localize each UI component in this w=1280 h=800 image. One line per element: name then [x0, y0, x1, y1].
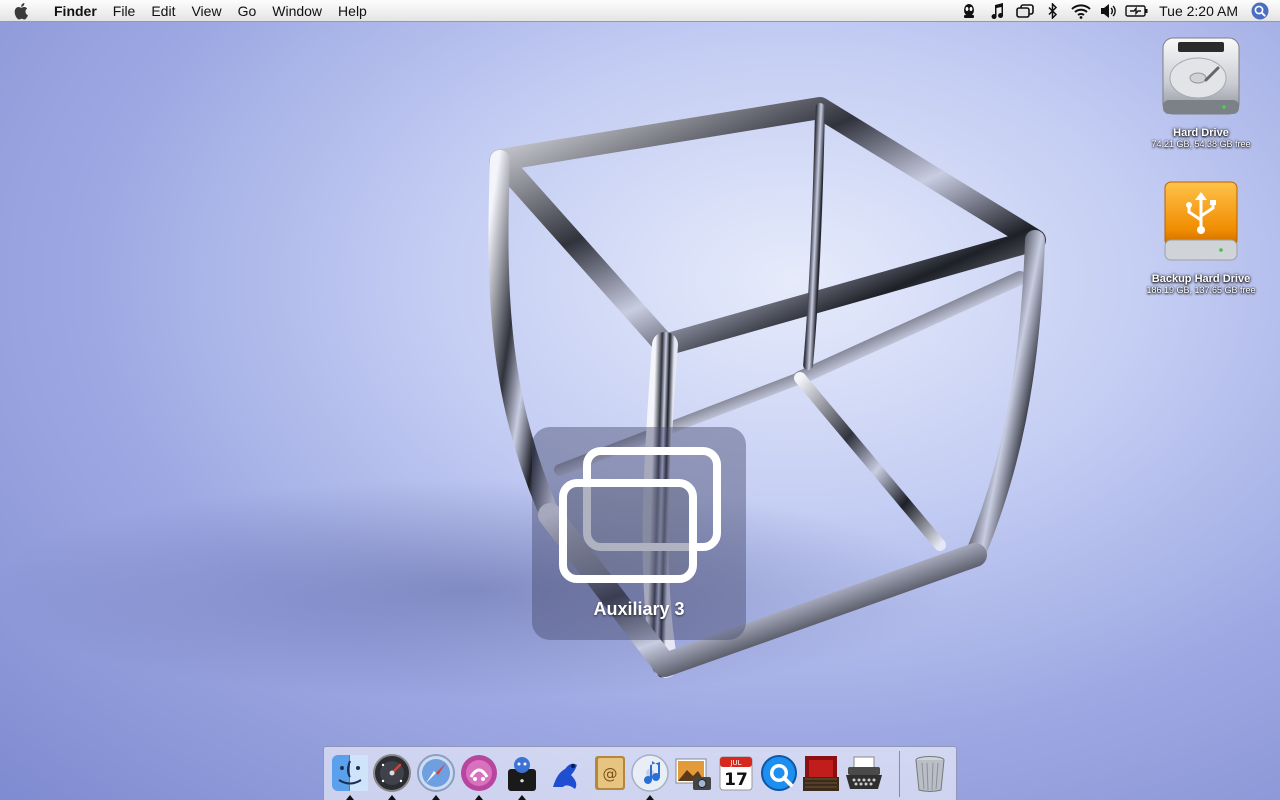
dock-item-front-row[interactable]	[801, 753, 841, 793]
dock-item-ical[interactable]: JUL 17	[716, 753, 756, 793]
usb-drive-icon	[1164, 181, 1238, 261]
ical-month: JUL	[729, 759, 741, 767]
desktop-icon-info: 74.21 GB, 54.38 GB free	[1151, 139, 1251, 149]
menu-extra-alien[interactable]	[955, 0, 983, 22]
menu-edit[interactable]: Edit	[143, 0, 183, 22]
desktop-icon-label: Backup Hard Drive	[1151, 273, 1251, 285]
itunes-icon	[631, 754, 669, 792]
dock-separator	[899, 751, 900, 797]
dock-item-iphoto[interactable]	[673, 753, 713, 793]
hard-drive-icon	[1162, 37, 1240, 115]
running-indicator	[432, 795, 440, 800]
menu-clock[interactable]: Tue 2:20 AM	[1151, 3, 1250, 19]
running-indicator	[475, 795, 483, 800]
desktop-icon-hard-drive[interactable]: Hard Drive 74.21 GB, 54.38 GB free	[1131, 34, 1271, 149]
dock-item-finder[interactable]	[330, 753, 370, 800]
volume-icon	[1101, 3, 1116, 18]
menu-window[interactable]: Window	[264, 0, 330, 22]
safari-icon	[417, 754, 455, 792]
dock-item-typewriter[interactable]	[844, 753, 884, 793]
ical-icon: JUL 17	[719, 756, 753, 791]
running-indicator	[388, 795, 396, 800]
running-indicator	[346, 795, 354, 800]
music-note-icon	[991, 2, 1004, 19]
dock-item-dashboard[interactable]	[372, 753, 412, 800]
address-book-icon: @	[595, 756, 625, 790]
space-switch-overlay: Auxiliary 3	[532, 427, 746, 640]
dock: @ JUL 17	[323, 746, 957, 800]
adium-icon	[461, 755, 497, 791]
desktop-icon-backup-drive[interactable]: Backup Hard Drive 186.19 GB, 137.65 GB f…	[1131, 180, 1271, 295]
svg-text:@: @	[603, 765, 618, 783]
running-indicator	[646, 795, 654, 800]
alien-monitor-icon	[964, 3, 975, 18]
dock-item-frog[interactable]	[545, 753, 585, 793]
quicktime-icon	[761, 755, 797, 791]
iphoto-icon	[675, 758, 711, 790]
bluetooth-icon	[1048, 2, 1058, 19]
menu-help[interactable]: Help	[330, 0, 375, 22]
menu-extra-bluetooth[interactable]	[1039, 0, 1067, 22]
spaces-icon	[1016, 3, 1034, 18]
running-indicator	[518, 795, 526, 800]
trash-icon	[915, 756, 945, 792]
menu-extra-wifi[interactable]	[1067, 0, 1095, 22]
spotlight-button[interactable]	[1250, 1, 1270, 21]
blue-frog-icon	[553, 763, 577, 789]
apple-menu[interactable]	[0, 0, 44, 22]
spaces-icon	[559, 447, 721, 583]
dock-item-quicktime[interactable]	[759, 753, 799, 793]
dock-item-trash[interactable]	[910, 753, 950, 793]
menu-file[interactable]: File	[105, 0, 144, 22]
battery-charging-icon	[1125, 4, 1148, 17]
menu-view[interactable]: View	[183, 0, 229, 22]
typewriter-icon	[846, 756, 882, 789]
dock-item-address-book[interactable]: @	[589, 753, 629, 793]
dock-item-adium[interactable]	[459, 753, 499, 800]
finder-icon	[332, 755, 368, 791]
apple-logo-icon	[14, 2, 28, 19]
menu-app-finder[interactable]: Finder	[44, 0, 105, 22]
apple-tshirt-icon	[508, 757, 536, 791]
desktop-icon-info: 186.19 GB, 137.65 GB free	[1146, 285, 1256, 295]
wifi-icon	[1071, 3, 1091, 19]
menu-extra-volume[interactable]	[1095, 0, 1123, 22]
dock-item-itunes[interactable]	[630, 753, 670, 800]
desktop-icon-label: Hard Drive	[1173, 127, 1229, 139]
menu-extra-spaces[interactable]	[1011, 0, 1039, 22]
menu-extra-battery[interactable]	[1123, 0, 1151, 22]
space-name: Auxiliary 3	[593, 599, 685, 619]
menu-extra-itunes[interactable]	[983, 0, 1011, 22]
dock-item-apple-account[interactable]	[502, 753, 542, 800]
menu-bar: Finder File Edit View Go Window Help Tue…	[0, 0, 1280, 22]
dock-item-safari[interactable]	[416, 753, 456, 800]
spotlight-search-icon	[1251, 2, 1269, 19]
front-row-icon	[803, 756, 839, 791]
menu-go[interactable]: Go	[230, 0, 265, 22]
ical-day: 17	[724, 770, 748, 790]
dashboard-icon	[373, 754, 411, 792]
wallpaper-chrome-cube	[0, 97, 1046, 700]
